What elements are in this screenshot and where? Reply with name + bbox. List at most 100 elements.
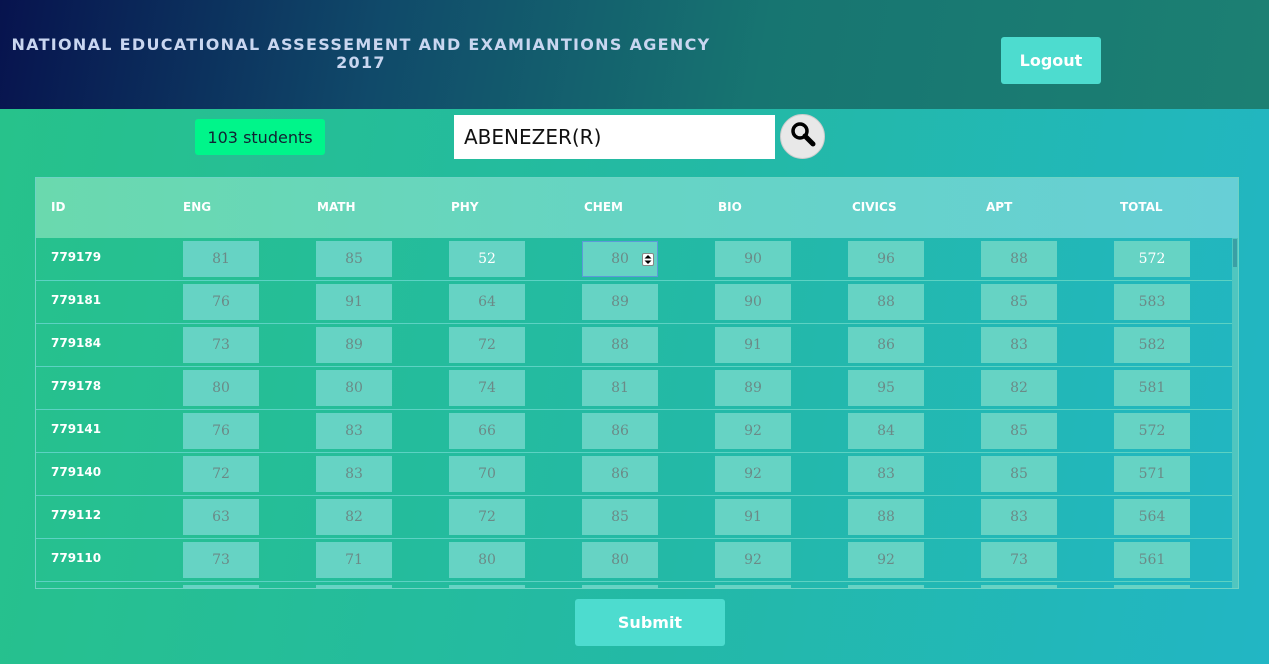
score-input-apt[interactable]: 83 (981, 499, 1057, 535)
score-input-math[interactable]: 82 (316, 499, 392, 535)
score-value: 82 (345, 509, 363, 525)
score-input-total[interactable]: 583 (1114, 284, 1190, 320)
score-input-total[interactable]: 582 (1114, 327, 1190, 363)
score-input-math[interactable]: 71 (316, 542, 392, 578)
student-count-badge: 103 students (195, 119, 325, 155)
score-input-eng[interactable]: 76 (183, 284, 259, 320)
score-input-civics[interactable]: 84 (848, 413, 924, 449)
score-input-civics[interactable]: 96 (848, 241, 924, 277)
score-input-chem[interactable]: 89 (582, 284, 658, 320)
score-input-math[interactable]: 85 (316, 241, 392, 277)
score-input-civics[interactable]: 88 (848, 499, 924, 535)
score-input[interactable] (316, 585, 392, 588)
score-input-bio[interactable]: 89 (715, 370, 791, 406)
score-value: 571 (1138, 466, 1166, 482)
score-input-apt[interactable]: 82 (981, 370, 1057, 406)
score-input[interactable] (715, 585, 791, 588)
score-input-chem[interactable]: 80 (582, 241, 658, 277)
score-input-total[interactable]: 572 (1114, 241, 1190, 277)
score-input-bio[interactable]: 91 (715, 499, 791, 535)
score-input-chem[interactable]: 86 (582, 456, 658, 492)
score-input-apt[interactable]: 73 (981, 542, 1057, 578)
logout-button[interactable]: Logout (1001, 37, 1101, 84)
score-input-eng[interactable]: 73 (183, 327, 259, 363)
score-input-phy[interactable]: 64 (449, 284, 525, 320)
score-input-eng[interactable]: 63 (183, 499, 259, 535)
score-input-civics[interactable]: 92 (848, 542, 924, 578)
score-input-civics[interactable]: 95 (848, 370, 924, 406)
score-value: 86 (877, 337, 895, 353)
score-input-bio[interactable]: 91 (715, 327, 791, 363)
score-input-apt[interactable]: 85 (981, 413, 1057, 449)
score-input-eng[interactable]: 72 (183, 456, 259, 492)
score-input-phy[interactable]: 80 (449, 542, 525, 578)
search-input[interactable] (454, 115, 775, 159)
score-input-chem[interactable]: 81 (582, 370, 658, 406)
score-input-eng[interactable]: 76 (183, 413, 259, 449)
score-input-math[interactable]: 83 (316, 413, 392, 449)
score-value: 73 (212, 552, 230, 568)
table-scrollbar[interactable] (1232, 238, 1238, 588)
score-input-total[interactable]: 581 (1114, 370, 1190, 406)
score-input-phy[interactable]: 72 (449, 327, 525, 363)
score-input-eng[interactable]: 81 (183, 241, 259, 277)
score-value: 83 (345, 423, 363, 439)
score-input[interactable] (449, 585, 525, 588)
table-row: 779112 63 82 72 85 91 88 83 564 (36, 496, 1232, 539)
submit-button[interactable]: Submit (575, 599, 725, 646)
score-value: 88 (1010, 251, 1028, 267)
score-input-apt[interactable]: 85 (981, 456, 1057, 492)
score-input-math[interactable]: 83 (316, 456, 392, 492)
score-input-apt[interactable]: 85 (981, 284, 1057, 320)
score-value: 85 (611, 509, 629, 525)
score-input-phy[interactable]: 74 (449, 370, 525, 406)
score-value: 89 (345, 337, 363, 353)
score-value: 81 (212, 251, 230, 267)
score-value: 89 (744, 380, 762, 396)
score-value: 95 (877, 380, 895, 396)
score-input-civics[interactable]: 86 (848, 327, 924, 363)
score-value: 572 (1138, 423, 1166, 439)
score-value: 83 (877, 466, 895, 482)
score-input-civics[interactable]: 83 (848, 456, 924, 492)
score-input-bio[interactable]: 90 (715, 284, 791, 320)
score-input-total[interactable]: 572 (1114, 413, 1190, 449)
score-input-civics[interactable]: 88 (848, 284, 924, 320)
score-input-phy[interactable]: 66 (449, 413, 525, 449)
score-input-apt[interactable]: 88 (981, 241, 1057, 277)
score-input-phy[interactable]: 52 (449, 241, 525, 277)
search-button[interactable] (780, 114, 825, 159)
score-input-math[interactable]: 80 (316, 370, 392, 406)
magnifier-icon (790, 121, 816, 152)
score-input-phy[interactable]: 70 (449, 456, 525, 492)
number-spinner-icon[interactable] (642, 253, 654, 266)
score-input-eng[interactable]: 73 (183, 542, 259, 578)
score-input-bio[interactable]: 92 (715, 413, 791, 449)
score-input-bio[interactable]: 90 (715, 241, 791, 277)
score-input[interactable] (1114, 585, 1190, 588)
score-input-apt[interactable]: 83 (981, 327, 1057, 363)
score-input-eng[interactable]: 80 (183, 370, 259, 406)
score-value: 91 (744, 509, 762, 525)
score-input[interactable] (183, 585, 259, 588)
score-input-chem[interactable]: 85 (582, 499, 658, 535)
score-input-bio[interactable]: 92 (715, 456, 791, 492)
scrollbar-thumb[interactable] (1233, 239, 1237, 267)
score-input-bio[interactable]: 92 (715, 542, 791, 578)
column-header-bio: BIO (718, 200, 742, 214)
score-value: 72 (478, 509, 496, 525)
score-value: 561 (1138, 552, 1166, 568)
student-id: 779179 (51, 250, 102, 264)
score-input[interactable] (848, 585, 924, 588)
score-input-chem[interactable]: 88 (582, 327, 658, 363)
score-input[interactable] (981, 585, 1057, 588)
score-input[interactable] (582, 585, 658, 588)
score-input-math[interactable]: 89 (316, 327, 392, 363)
score-input-math[interactable]: 91 (316, 284, 392, 320)
score-input-chem[interactable]: 86 (582, 413, 658, 449)
score-input-phy[interactable]: 72 (449, 499, 525, 535)
score-input-total[interactable]: 564 (1114, 499, 1190, 535)
score-input-total[interactable]: 571 (1114, 456, 1190, 492)
score-input-total[interactable]: 561 (1114, 542, 1190, 578)
score-input-chem[interactable]: 80 (582, 542, 658, 578)
